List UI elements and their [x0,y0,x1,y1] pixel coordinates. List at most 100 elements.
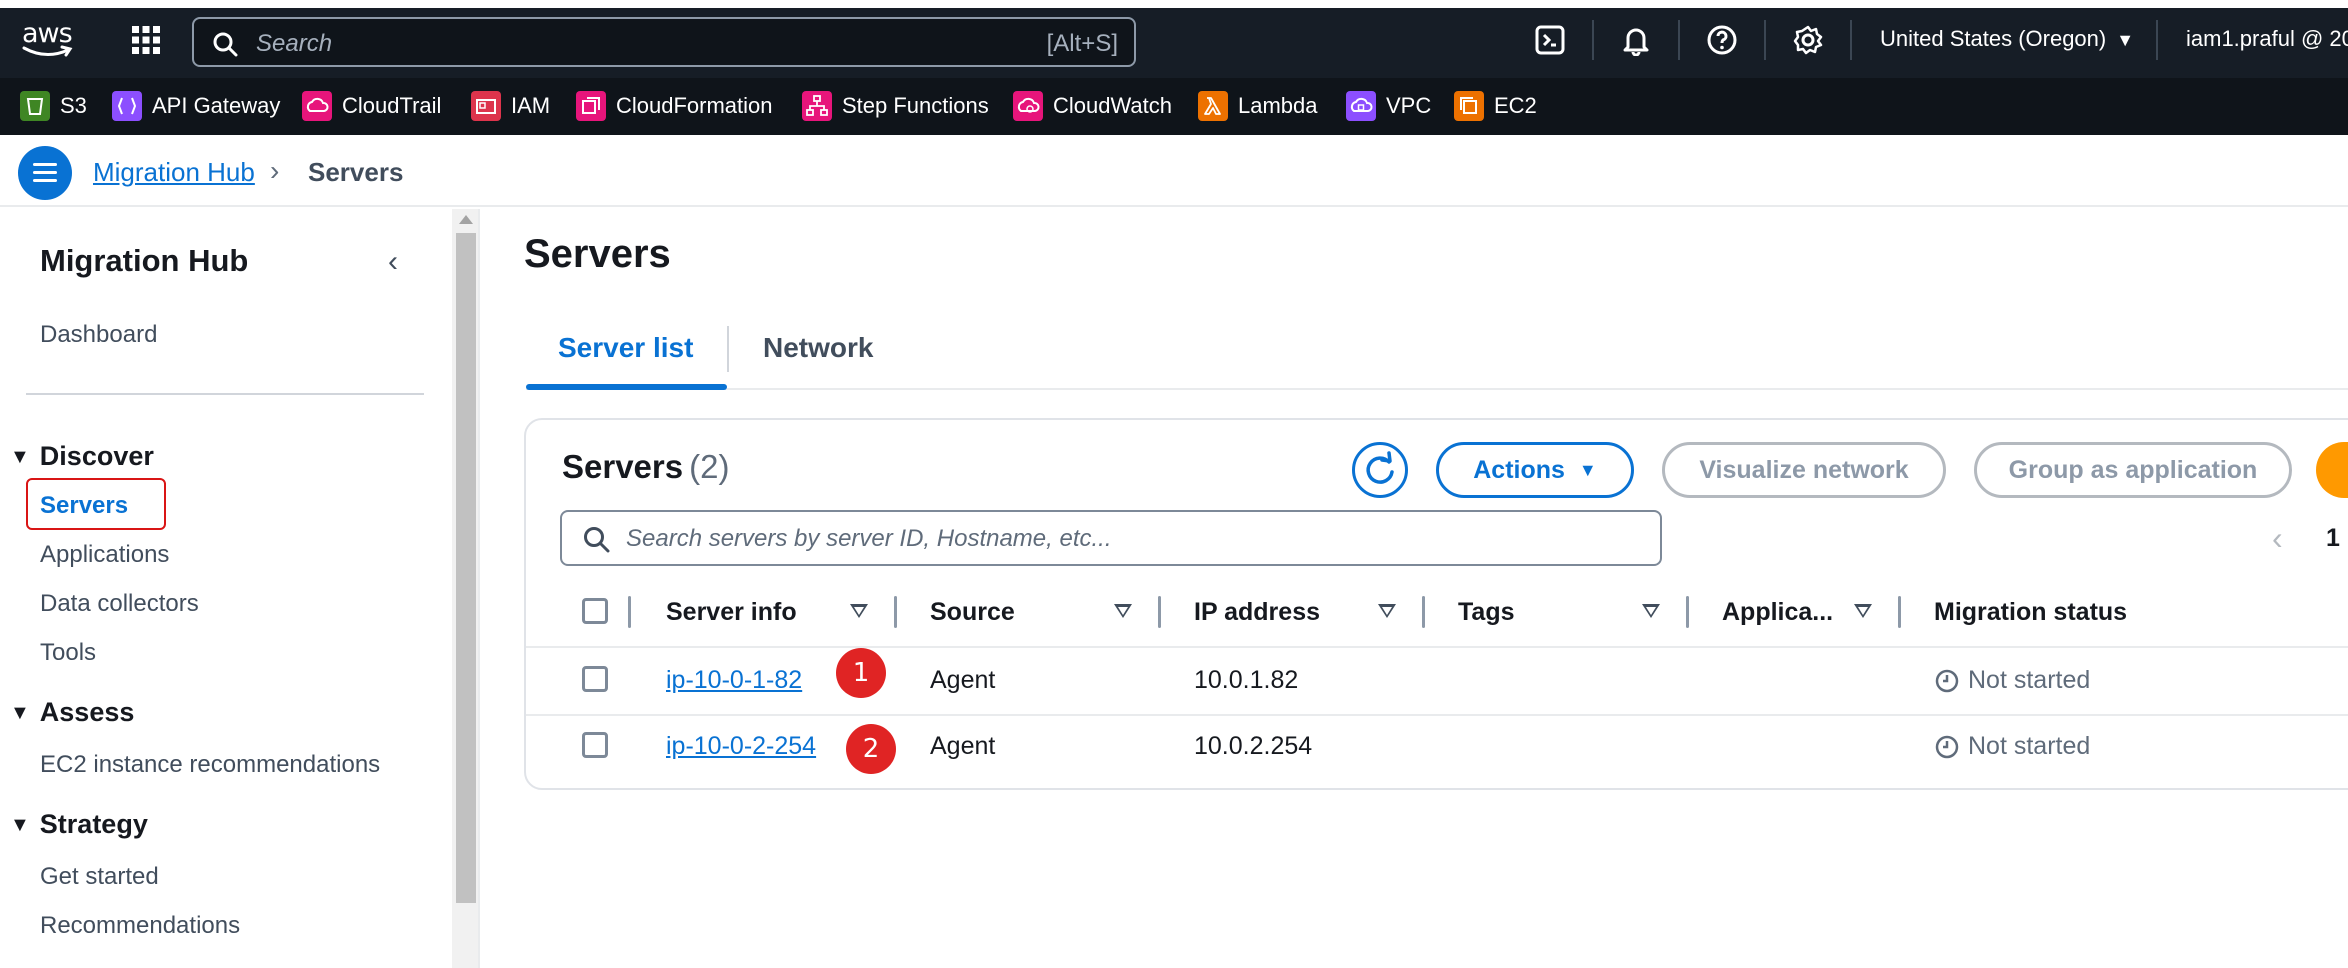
select-all-checkbox[interactable] [582,598,608,624]
column-header-server-info[interactable]: Server info [666,598,797,627]
settings-gear-icon[interactable] [1792,24,1824,56]
sidebar-item-tools[interactable]: Tools [40,639,96,667]
column-separator[interactable] [1686,596,1689,628]
favorite-ec2[interactable]: EC2 [1454,88,1537,124]
sort-triangle-icon[interactable] [850,604,868,618]
visualize-network-button[interactable]: Visualize network [1662,442,1946,498]
favorite-cloudformation[interactable]: CloudFormation [576,88,773,124]
section-title: Strategy [39,809,148,839]
api-gateway-icon [112,91,142,121]
sidebar-section-discover[interactable]: ▼ Discover [10,441,154,472]
column-header-applications[interactable]: Applica... [1722,598,1833,627]
breadcrumb-current: Servers [308,157,404,187]
section-title: Discover [39,441,154,471]
column-header-ip-address[interactable]: IP address [1194,598,1320,627]
breadcrumb-migration-hub[interactable]: Migration Hub [93,157,255,188]
sidebar-item-get-started[interactable]: Get started [40,863,159,891]
tab-bar: Server list Network [526,318,2348,390]
sort-triangle-icon[interactable] [1642,604,1660,618]
favorite-api-gateway[interactable]: API Gateway [112,88,280,124]
column-separator[interactable] [1158,596,1161,628]
notifications-bell-icon[interactable] [1620,24,1652,57]
s3-bucket-icon [20,91,50,121]
side-nav-scrollbar[interactable] [452,209,480,968]
side-nav-divider [26,393,424,395]
caret-down-icon: ▼ [1578,459,1597,480]
favorite-iam[interactable]: IAM [471,88,550,124]
row-divider [526,714,2348,716]
triangle-down-icon: ▼ [10,446,30,468]
sort-triangle-icon[interactable] [1854,604,1872,618]
pagination-prev-icon[interactable]: ‹ [2272,520,2283,557]
nav-divider [2156,20,2158,60]
table-title: Servers [562,448,684,485]
row-checkbox[interactable] [582,732,608,758]
sidebar-section-strategy[interactable]: ▼ Strategy [10,809,148,840]
favorites-bar: S3 API Gateway CloudTrail IAM CloudForma… [0,78,2348,135]
collapse-chevron-left-icon[interactable]: ‹ [388,245,398,279]
top-navigation: aws Search [Alt+S] United States (Oregon… [0,0,2348,78]
tab-divider [727,326,729,372]
sidebar-item-applications[interactable]: Applications [40,541,169,569]
clock-icon [1935,669,1959,692]
scrollbar-thumb[interactable] [456,233,476,903]
sidebar-section-assess[interactable]: ▼ Assess [10,697,134,728]
sidebar-item-data-collectors[interactable]: Data collectors [40,590,199,618]
actions-button[interactable]: Actions ▼ [1436,442,1634,498]
favorite-cloudwatch[interactable]: CloudWatch [1013,88,1172,124]
column-separator[interactable] [1422,596,1425,628]
server-search-input[interactable]: Search servers by server ID, Hostname, e… [560,510,1662,566]
ip-cell: 10.0.1.82 [1194,666,1299,694]
favorite-lambda[interactable]: Lambda [1198,88,1318,124]
column-header-source[interactable]: Source [930,598,1015,627]
tab-network[interactable]: Network [763,332,873,364]
region-selector[interactable]: United States (Oregon) ▼ [1880,26,2134,52]
nav-divider [1850,20,1852,60]
aws-smile-icon [22,45,73,57]
row-checkbox[interactable] [582,666,608,692]
column-separator[interactable] [894,596,897,628]
favorite-label: CloudTrail [342,93,442,118]
pagination-page[interactable]: 1 [2326,524,2340,553]
hamburger-menu-icon[interactable] [18,146,72,200]
status-text: Not started [1968,666,2091,694]
favorite-label: IAM [511,93,551,118]
server-link[interactable]: ip-10-0-1-82 [666,666,802,695]
annotation-badge: 1 [836,648,886,698]
group-as-application-button[interactable]: Group as application [1974,442,2292,498]
clock-icon [1935,735,1959,758]
primary-action-button[interactable] [2316,442,2348,498]
column-header-tags[interactable]: Tags [1458,598,1515,627]
sort-triangle-icon[interactable] [1114,604,1132,618]
aws-logo[interactable]: aws [20,18,78,60]
sidebar-item-recommendations[interactable]: Recommendations [40,912,240,940]
sidebar-item-dashboard[interactable]: Dashboard [40,321,157,349]
column-separator[interactable] [1898,596,1901,628]
cloudformation-icon [576,91,606,121]
caret-down-icon: ▼ [2116,30,2135,50]
sidebar-item-servers[interactable]: Servers [40,492,128,520]
global-search-input[interactable]: Search [Alt+S] [192,17,1136,67]
sort-triangle-icon[interactable] [1378,604,1396,618]
favorite-label: EC2 [1494,93,1537,118]
side-nav-title: Migration Hub [40,243,249,278]
favorite-s3[interactable]: S3 [20,88,87,124]
favorite-vpc[interactable]: VPC [1346,88,1431,124]
scroll-up-arrow-icon[interactable] [459,215,473,224]
favorite-cloudtrail[interactable]: CloudTrail [302,88,441,124]
cloudshell-icon[interactable] [1534,24,1566,56]
refresh-button[interactable] [1352,442,1408,498]
help-icon[interactable] [1706,24,1738,56]
server-link[interactable]: ip-10-0-2-254 [666,732,816,761]
account-menu[interactable]: iam1.praful @ 20 [2186,26,2348,52]
services-grid-icon[interactable] [130,24,162,56]
ip-cell: 10.0.2.254 [1194,732,1313,760]
favorite-label: CloudFormation [616,93,773,118]
tab-server-list[interactable]: Server list [558,332,693,364]
sidebar-item-ec2-recommendations[interactable]: EC2 instance recommendations [40,751,380,779]
favorite-step-functions[interactable]: Step Functions [802,88,989,124]
column-header-migration-status[interactable]: Migration status [1934,598,2127,627]
annotation-badge: 2 [846,724,896,774]
migration-status: Not started [1934,732,2090,761]
search-placeholder: Search servers by server ID, Hostname, e… [626,525,1112,552]
